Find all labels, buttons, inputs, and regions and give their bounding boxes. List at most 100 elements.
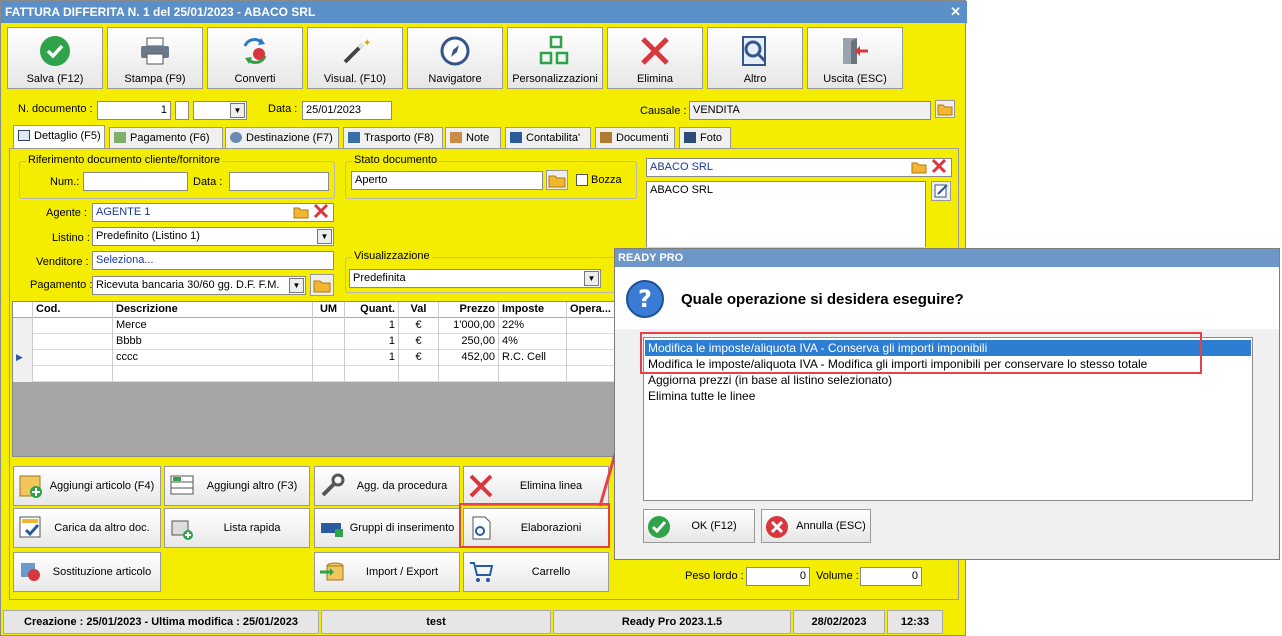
save-button[interactable]: Salva (F12) [7, 27, 103, 89]
cell-prezzo[interactable]: 1'000,00 [439, 318, 499, 334]
cell-descrizione[interactable]: Merce [113, 318, 313, 334]
print-button[interactable]: Stampa (F9) [107, 27, 203, 89]
tab-note[interactable]: Note [445, 127, 501, 148]
table-row[interactable]: Bbbb 1 €250,00 4% [13, 334, 631, 350]
ndoc-input[interactable]: 1 [97, 101, 171, 120]
customer-address-box[interactable]: ABACO SRL [646, 181, 926, 247]
causale-folder-icon[interactable] [935, 100, 955, 118]
cell-um[interactable] [313, 334, 345, 350]
cell-um[interactable] [313, 366, 345, 382]
add-other-icon [169, 473, 195, 499]
delete-line-button[interactable]: Elimina linea [463, 466, 609, 506]
navigator-button[interactable]: Navigatore [407, 27, 503, 89]
customer-input[interactable]: ABACO SRL [646, 158, 952, 177]
agente-folder-icon[interactable] [293, 205, 309, 222]
cell-val[interactable]: € [399, 334, 439, 350]
exit-button[interactable]: Uscita (ESC) [807, 27, 903, 89]
cell-descrizione[interactable] [113, 366, 313, 382]
add-article-button[interactable]: Aggiungi articolo (F4) [13, 466, 161, 506]
cell-cod[interactable] [33, 334, 113, 350]
pagamento-folder-icon[interactable] [310, 274, 334, 296]
col-val[interactable]: Val [399, 302, 439, 318]
cell-quant[interactable]: 1 [345, 334, 399, 350]
tab-destinazione[interactable]: Destinazione (F7) [225, 127, 339, 148]
col-cod[interactable]: Cod. [33, 302, 113, 318]
cell-cod[interactable] [33, 318, 113, 334]
table-row[interactable]: ▶ cccc 1 €452,00 R.C. Cell [13, 350, 631, 366]
option-aggiorna-prezzi[interactable]: Aggiorna prezzi (in base al listino sele… [645, 372, 1251, 388]
import-export-button[interactable]: Import / Export [314, 552, 460, 592]
cell-prezzo[interactable]: 452,00 [439, 350, 499, 366]
edit-icon[interactable] [931, 181, 951, 201]
dialog-ok-button[interactable]: OK (F12) [643, 509, 755, 543]
cell-cod[interactable] [33, 366, 113, 382]
option-elimina-linee[interactable]: Elimina tutte le linee [645, 388, 1251, 404]
ndoc-series-select[interactable]: ▼ [193, 101, 247, 120]
cell-descrizione[interactable]: cccc [113, 350, 313, 366]
ndoc-suffix-input[interactable] [175, 101, 189, 120]
load-doc-button[interactable]: Carica da altro doc. [13, 508, 161, 548]
customer-folder-icon[interactable] [911, 160, 927, 177]
add-other-button[interactable]: Aggiungi altro (F3) [164, 466, 310, 506]
rif-num-input[interactable] [83, 172, 188, 191]
causale-input[interactable]: VENDITA [689, 101, 931, 120]
cell-quant[interactable]: 1 [345, 318, 399, 334]
customer-clear-icon[interactable] [931, 158, 947, 177]
volume-input[interactable]: 0 [860, 567, 922, 586]
stato-folder-icon[interactable] [546, 170, 568, 190]
more-button[interactable]: Altro [707, 27, 803, 89]
visual-select[interactable]: Predefinita ▼ [349, 269, 601, 288]
cell-val[interactable]: € [399, 318, 439, 334]
cell-descrizione[interactable]: Bbbb [113, 334, 313, 350]
customize-button[interactable]: Personalizzazioni [507, 27, 603, 89]
cell-quant[interactable]: 1 [345, 350, 399, 366]
cell-imposte[interactable] [499, 366, 567, 382]
tab-pagamento[interactable]: Pagamento (F6) [109, 127, 223, 148]
pagamento-value: Ricevuta bancaria 30/60 gg. D.F. F.M. [96, 279, 280, 291]
cell-imposte[interactable]: 4% [499, 334, 567, 350]
rif-group-title: Riferimento documento cliente/fornitore [26, 154, 222, 166]
tab-documenti[interactable]: Documenti [595, 127, 675, 148]
close-icon[interactable]: ✕ [950, 1, 961, 23]
agente-clear-icon[interactable] [313, 203, 329, 222]
cell-um[interactable] [313, 350, 345, 366]
col-imposte[interactable]: Imposte [499, 302, 567, 318]
tab-dettaglio[interactable]: Dettaglio (F5) [13, 125, 105, 149]
convert-button[interactable]: Converti [207, 27, 303, 89]
cell-val[interactable] [399, 366, 439, 382]
col-quant[interactable]: Quant. [345, 302, 399, 318]
insert-groups-button[interactable]: Gruppi di inserimento [314, 508, 460, 548]
col-um[interactable]: UM [313, 302, 345, 318]
tab-trasporto[interactable]: Trasporto (F8) [343, 127, 443, 148]
venditore-input[interactable]: Seleziona... [92, 251, 334, 270]
quick-list-button[interactable]: Lista rapida [164, 508, 310, 548]
cell-val[interactable]: € [399, 350, 439, 366]
rif-data-input[interactable] [229, 172, 329, 191]
cell-quant[interactable] [345, 366, 399, 382]
cell-prezzo[interactable]: 250,00 [439, 334, 499, 350]
stato-input[interactable]: Aperto [351, 171, 543, 190]
cart-button[interactable]: Carrello [463, 552, 609, 592]
peso-lordo-input[interactable]: 0 [746, 567, 810, 586]
delete-button[interactable]: Elimina [607, 27, 703, 89]
cell-imposte[interactable]: 22% [499, 318, 567, 334]
tab-contabilita[interactable]: Contabilita' [505, 127, 591, 148]
col-prezzo[interactable]: Prezzo [439, 302, 499, 318]
pagamento-select[interactable]: Ricevuta bancaria 30/60 gg. D.F. F.M. ▼ [92, 276, 306, 295]
lines-grid[interactable]: Cod. Descrizione UM Quant. Val Prezzo Im… [12, 301, 632, 457]
dialog-cancel-button[interactable]: Annulla (ESC) [761, 509, 871, 543]
add-from-procedure-button[interactable]: Agg. da procedura [314, 466, 460, 506]
listino-select[interactable]: Predefinito (Listino 1) ▼ [92, 227, 334, 246]
cell-prezzo[interactable] [439, 366, 499, 382]
col-descrizione[interactable]: Descrizione [113, 302, 313, 318]
replace-article-button[interactable]: Sostituzione articolo [13, 552, 161, 592]
table-row[interactable] [13, 366, 631, 382]
bozza-checkbox[interactable] [576, 174, 588, 186]
cell-um[interactable] [313, 318, 345, 334]
view-button[interactable]: ✦ Visual. (F10) [307, 27, 403, 89]
cell-imposte[interactable]: R.C. Cell [499, 350, 567, 366]
tab-foto[interactable]: Foto [679, 127, 731, 148]
cell-cod[interactable] [33, 350, 113, 366]
table-row[interactable]: Merce 1 €1'000,00 22% [13, 318, 631, 334]
date-input[interactable]: 25/01/2023 [302, 101, 392, 120]
